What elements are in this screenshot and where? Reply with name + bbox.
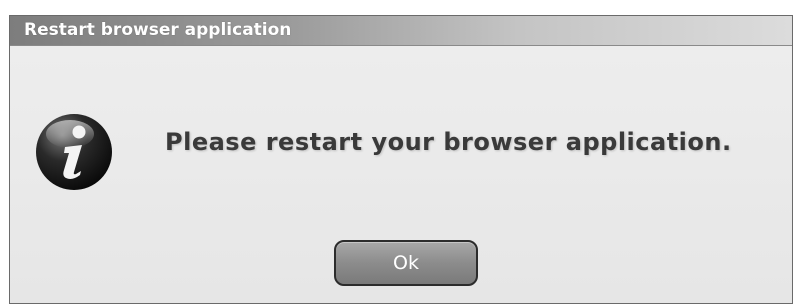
dialog-title: Restart browser application [24, 20, 292, 40]
ok-button[interactable]: Ok [334, 240, 478, 286]
ok-button-label: Ok [393, 252, 419, 274]
dialog-message: Please restart your browser application. [165, 128, 732, 156]
restart-dialog: Restart browser application Please resta… [9, 15, 793, 304]
dialog-titlebar: Restart browser application [10, 16, 792, 46]
info-icon [36, 114, 112, 190]
